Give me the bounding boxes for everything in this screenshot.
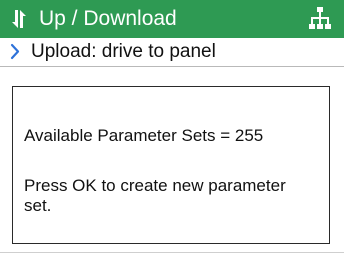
message-box: Available Parameter Sets = 255 Press OK … — [12, 86, 330, 244]
press-ok-instruction-text: Press OK to create new parameter set. — [24, 176, 286, 215]
transfer-arrows-icon — [12, 10, 26, 28]
network-tree-icon — [309, 7, 331, 29]
page-title: Up / Download — [39, 7, 177, 30]
chevron-right-icon — [10, 43, 20, 60]
available-parameter-sets-text: Available Parameter Sets = 255 — [24, 126, 264, 145]
breadcrumb[interactable]: Upload: drive to panel — [0, 38, 344, 67]
up-download-screen: Up / Download Upload: drive to panel Ava… — [0, 0, 344, 264]
bottom-divider — [0, 252, 344, 253]
breadcrumb-label: Upload: drive to panel — [31, 41, 216, 62]
title-bar: Up / Download — [0, 0, 344, 38]
